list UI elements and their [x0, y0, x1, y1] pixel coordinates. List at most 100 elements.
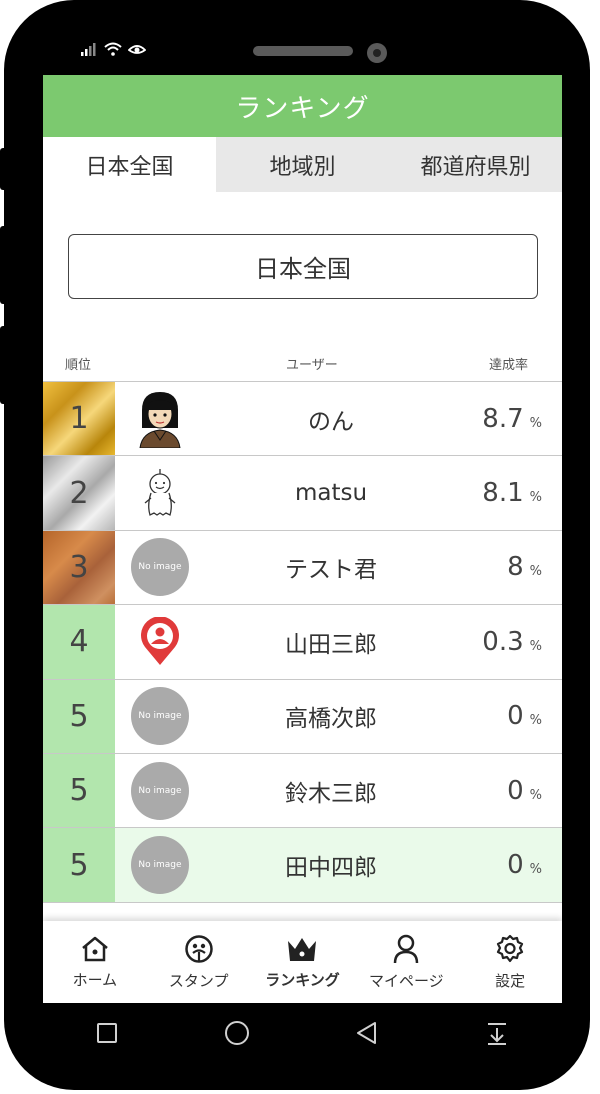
achievement-rate: 8 % [507, 552, 542, 582]
notification-pull-icon[interactable] [484, 1020, 510, 1046]
eye-icon [128, 45, 146, 54]
rank-cell-silver: 2 [43, 456, 115, 530]
rank-number: 5 [69, 773, 89, 809]
avatar: No image [115, 680, 205, 753]
nav-ranking-label: ランキング [265, 970, 340, 989]
front-camera [367, 43, 387, 63]
nav-stamp[interactable]: スタンプ [147, 921, 251, 1003]
tab-by-prefecture[interactable]: 都道府県別 [389, 137, 562, 192]
achievement-rate: 0.3 % [482, 627, 542, 657]
avatar: No image [115, 828, 205, 901]
status-bar [80, 42, 146, 56]
avatar [115, 382, 205, 455]
rate-unit: % [529, 490, 542, 506]
nav-home-label: ホーム [72, 970, 118, 989]
rate-unit: % [529, 638, 542, 654]
rate-unit: % [529, 862, 542, 878]
rate-column-header: 達成率 [489, 358, 529, 373]
rate-value: 0 [507, 775, 524, 806]
rank-cell: 5 [43, 679, 115, 753]
rank-cell: 5 [43, 828, 115, 902]
user-name: 田中四郎 [285, 855, 377, 882]
user-name: テスト君 [285, 557, 377, 584]
user-column-header: ユーザー [286, 358, 338, 373]
avatar: No image [115, 754, 205, 827]
rate-unit: % [529, 564, 542, 580]
table-row[interactable]: 2 matsu 8.1 % [43, 455, 562, 530]
side-button [0, 148, 10, 190]
nav-stamp-label: スタンプ [168, 971, 229, 990]
stamp-icon [184, 934, 213, 963]
nav-mypage-label: マイページ [368, 971, 444, 990]
rate-unit: % [529, 713, 542, 729]
achievement-rate: 0 % [507, 850, 542, 880]
rate-unit: % [529, 415, 542, 431]
table-row[interactable]: 3 No image テスト君 8 % [43, 529, 562, 605]
rank-cell: 5 [43, 753, 115, 828]
app-screen: ランキング 日本全国 地域別 都道府県別 日本全国 順位 ユーザー 達成率 1 [43, 75, 562, 1003]
nav-settings-label: 設定 [495, 971, 526, 990]
achievement-rate: 0 % [507, 776, 542, 806]
side-button [0, 226, 10, 304]
region-select[interactable]: 日本全国 [68, 234, 538, 299]
system-navigation-bar [43, 1003, 562, 1063]
avatar [115, 456, 205, 529]
side-button [0, 326, 10, 404]
rank-cell-bronze: 3 [43, 530, 115, 605]
rank-number: 5 [69, 698, 89, 734]
rank-cell-gold: 1 [43, 382, 115, 456]
table-row[interactable]: 5 No image 鈴木三郎 0 % [43, 752, 562, 828]
avatar [115, 605, 205, 678]
no-image-avatar: No image [131, 761, 189, 820]
tab-by-region[interactable]: 地域別 [216, 137, 389, 192]
crown-icon [288, 937, 317, 961]
rank-number: 4 [69, 624, 89, 660]
avatar: No image [115, 531, 205, 604]
table-row[interactable]: 1 のん 8.7 % [43, 381, 562, 456]
user-name: 山田三郎 [285, 631, 377, 658]
rate-value: 0 [507, 850, 524, 881]
table-row[interactable]: 5 No image 高橋次郎 0 % [43, 678, 562, 753]
recent-apps-icon[interactable] [95, 1021, 119, 1045]
rate-value: 8.7 [482, 403, 524, 434]
achievement-rate: 8.7 % [482, 404, 542, 434]
rank-cell: 4 [43, 605, 115, 679]
wifi-icon [104, 42, 122, 56]
table-row-current-user[interactable]: 5 No image 田中四郎 0 % [43, 827, 562, 903]
tab-nationwide[interactable]: 日本全国 [43, 137, 216, 192]
tab-bar: 日本全国 地域別 都道府県別 [43, 137, 562, 192]
achievement-rate: 0 % [507, 701, 542, 731]
rank-column-header: 順位 [65, 358, 92, 373]
stick-figure-avatar-icon [144, 469, 176, 517]
rate-value: 8 [507, 552, 524, 583]
back-icon[interactable] [354, 1020, 380, 1046]
signal-icon [81, 43, 96, 56]
user-name: 高橋次郎 [285, 706, 377, 733]
nav-settings[interactable]: 設定 [458, 921, 562, 1003]
rate-unit: % [529, 787, 542, 803]
gear-icon [496, 934, 524, 962]
nav-home[interactable]: ホーム [43, 921, 147, 1003]
rank-number: 1 [69, 401, 89, 437]
home-icon [82, 936, 108, 961]
rank-number: 2 [69, 475, 89, 511]
achievement-rate: 8.1 % [482, 478, 542, 508]
rank-number: 3 [69, 549, 89, 585]
home-circle-icon[interactable] [223, 1019, 251, 1047]
rate-value: 0 [507, 701, 524, 732]
nav-mypage[interactable]: マイページ [354, 921, 458, 1003]
no-image-avatar: No image [131, 836, 189, 895]
no-image-avatar: No image [131, 538, 189, 597]
page-title: ランキング [43, 75, 562, 137]
user-name: matsu [294, 480, 368, 507]
speaker-grille [253, 46, 353, 56]
rank-number: 5 [69, 847, 89, 883]
nav-ranking[interactable]: ランキング [251, 921, 355, 1003]
user-name: 鈴木三郎 [285, 780, 377, 807]
rate-value: 0.3 [482, 626, 524, 657]
girl-avatar-icon [139, 391, 181, 448]
location-pin-avatar-icon [141, 616, 179, 665]
table-row[interactable]: 4 山田三郎 0.3 % [43, 604, 562, 679]
rate-value: 8.1 [482, 478, 524, 509]
person-icon [394, 934, 419, 963]
